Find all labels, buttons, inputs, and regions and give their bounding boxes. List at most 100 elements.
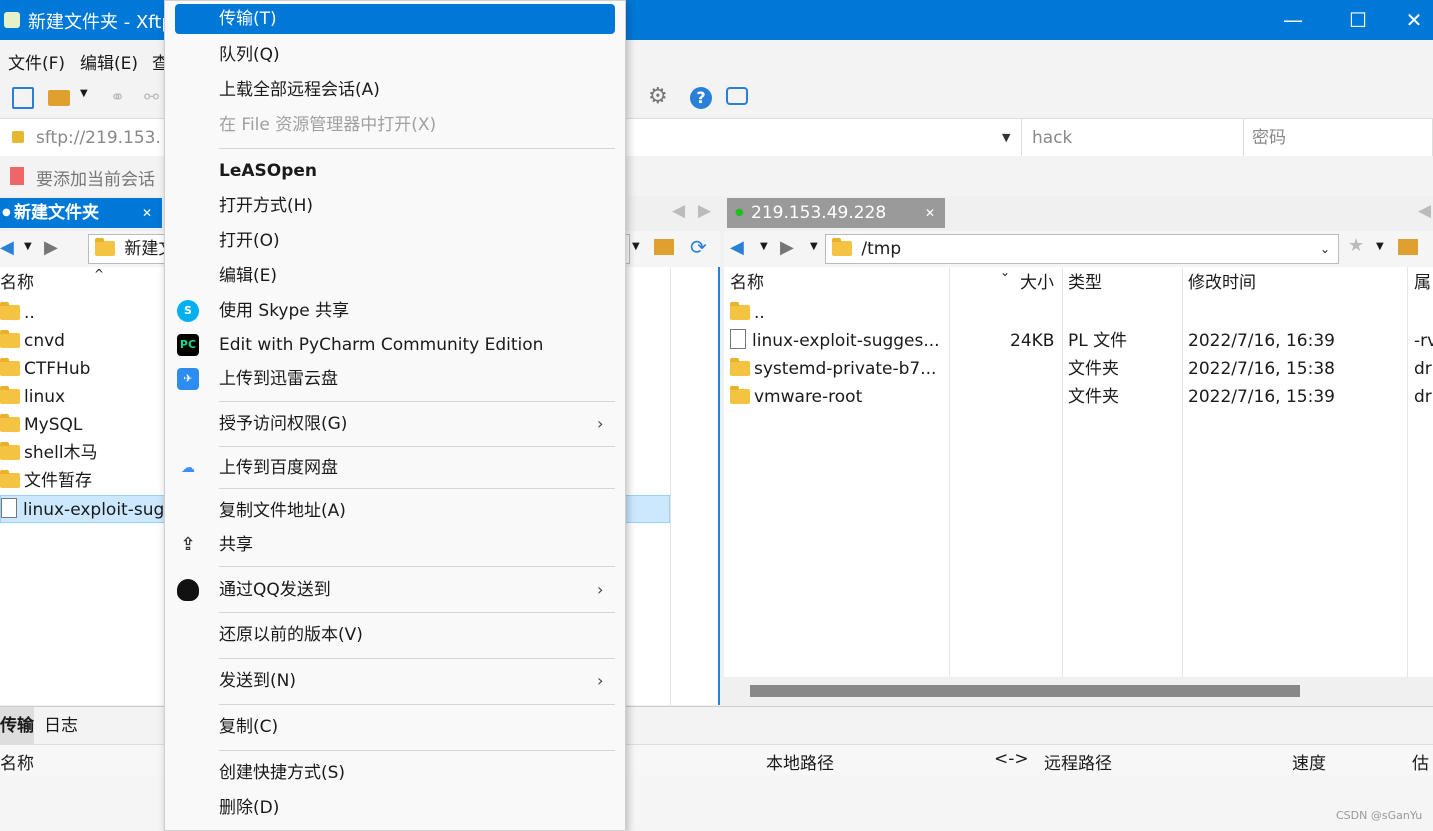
row-size: 24KB (1010, 331, 1055, 351)
menu-item-edit[interactable]: 编辑(E) (165, 259, 625, 293)
remote-path-input[interactable]: /tmp ⌄ (825, 234, 1339, 264)
file-icon (730, 329, 746, 349)
list-item[interactable]: .. (0, 299, 35, 327)
col-mtime[interactable]: 修改时间 (1188, 267, 1256, 299)
bookmark-icon[interactable] (10, 167, 24, 185)
col-name[interactable]: 名称 (0, 267, 34, 299)
menu-item-copy[interactable]: 复制(C) (165, 710, 625, 744)
list-item[interactable]: cnvd (0, 327, 65, 355)
list-item[interactable]: CTFHub (0, 355, 90, 383)
menu-file[interactable]: 文件(F) (8, 49, 65, 74)
row-mtime: 2022/7/16, 15:39 (1188, 387, 1335, 407)
menu-item-leasopen[interactable]: LeASOpen (165, 154, 625, 188)
menu-label: 授予访问权限(G) (219, 414, 348, 434)
menu-item-open-in-explorer[interactable]: 在 File 资源管理器中打开(X) (165, 108, 625, 142)
list-item[interactable]: linux (0, 383, 65, 411)
username-field[interactable]: hack (1022, 119, 1244, 157)
home-folder-icon[interactable] (654, 239, 674, 255)
xunlei-icon: ✈ (177, 368, 199, 390)
menu-item-transfer[interactable]: 传输(T) (175, 4, 615, 34)
tab-log[interactable]: 日志 (44, 707, 78, 745)
col-attr[interactable]: 属 (1414, 267, 1431, 299)
path-dropdown-icon[interactable]: ▼ (632, 241, 640, 252)
menu-item-grant-access[interactable]: 授予访问权限(G) › (165, 407, 625, 441)
tab-prev-icon[interactable]: ◀ (672, 201, 685, 221)
col-remote-path[interactable]: 远程路径 (1044, 749, 1112, 774)
forward-icon[interactable]: ▶ (44, 237, 58, 258)
folder-icon (0, 302, 20, 320)
horizontal-scrollbar[interactable] (724, 677, 1433, 705)
bookmark-dropdown-icon[interactable]: ▼ (1376, 241, 1384, 252)
tab-transfer[interactable]: 传输 (0, 707, 34, 745)
close-tab-icon[interactable]: ✕ (142, 198, 152, 228)
col-estimate[interactable]: 估 (1412, 749, 1429, 774)
table-row[interactable]: .. (730, 299, 765, 327)
add-session-link[interactable]: 要添加当前会话 (36, 165, 155, 190)
back-dropdown-icon[interactable]: ▼ (760, 241, 768, 252)
col-type[interactable]: 类型 (1068, 267, 1102, 299)
chevron-down-icon[interactable]: ▼ (1002, 119, 1010, 157)
menu-item-send-to[interactable]: 发送到(N) › (165, 664, 625, 698)
window-title: 新建文件夹 - Xftp (28, 12, 173, 33)
menu-item-qq-send[interactable]: 通过QQ发送到 › (165, 573, 625, 607)
chat-icon[interactable] (726, 87, 748, 105)
submenu-arrow-icon: › (597, 414, 604, 433)
back-dropdown-icon[interactable]: ▼ (24, 241, 32, 252)
list-item[interactable]: 文件暂存 (0, 467, 92, 495)
menu-item-copy-path[interactable]: 复制文件地址(A) (165, 494, 625, 528)
gear-icon[interactable]: ⚙ (648, 84, 670, 109)
item-label: cnvd (24, 331, 65, 351)
list-item[interactable]: shell木马 (0, 439, 98, 467)
tab-next-icon[interactable]: ▶ (698, 201, 711, 221)
new-session-icon[interactable] (12, 87, 34, 109)
menu-item-delete[interactable]: 删除(D) (165, 791, 625, 825)
back-icon[interactable]: ◀ (730, 237, 744, 258)
col-speed[interactable]: 速度 (1292, 749, 1326, 774)
menu-edit[interactable]: 编辑(E) (80, 49, 138, 74)
chevron-down-icon[interactable]: ⌄ (1320, 235, 1330, 263)
minimize-button[interactable]: — (1265, 0, 1321, 40)
sort-desc-icon: ⌄ (1000, 265, 1011, 279)
tab-prev-icon[interactable]: ◀ (1418, 201, 1431, 221)
maximize-button[interactable]: ☐ (1330, 0, 1386, 40)
tab-local[interactable]: ● 新建文件夹 ✕ (0, 198, 162, 228)
scrollbar-thumb[interactable] (750, 685, 1300, 697)
menu-item-xunlei[interactable]: ✈ 上传到迅雷云盘 (165, 362, 625, 396)
menu-item-pycharm[interactable]: PC Edit with PyCharm Community Edition (165, 328, 625, 362)
table-row[interactable]: linux-exploit-sugges... (730, 327, 940, 355)
help-icon[interactable]: ? (690, 87, 712, 109)
tab-remote[interactable]: ● 219.153.49.228 ✕ (727, 198, 945, 228)
menu-item-restore[interactable]: 还原以前的版本(V) (165, 618, 625, 652)
menu-item-open-with[interactable]: 打开方式(H) (165, 189, 625, 223)
menu-item-create-shortcut[interactable]: 创建快捷方式(S) (165, 756, 625, 790)
col-direction[interactable]: <-> (994, 749, 1029, 769)
menu-item-skype-share[interactable]: S 使用 Skype 共享 (165, 294, 625, 328)
refresh-icon[interactable]: ⟳ (690, 235, 707, 259)
dropdown-arrow-icon[interactable]: ▼ (80, 88, 88, 99)
menu-item-upload-all[interactable]: 上载全部远程会话(A) (165, 73, 625, 107)
menu-item-open[interactable]: 打开(O) (165, 224, 625, 258)
col-size[interactable]: 大小 (1020, 267, 1054, 299)
forward-dropdown-icon[interactable]: ▼ (810, 241, 818, 252)
home-folder-icon[interactable] (1398, 239, 1418, 255)
disconnect-icon[interactable]: ⚯ (144, 87, 166, 109)
close-tab-icon[interactable]: ✕ (925, 198, 935, 228)
open-folder-icon[interactable] (48, 90, 70, 106)
col-name[interactable]: 名称 (730, 267, 764, 299)
connect-icon[interactable]: ⚭ (110, 87, 132, 109)
host-value: sftp://219.153. (36, 128, 161, 148)
forward-icon[interactable]: ▶ (780, 237, 794, 258)
star-icon[interactable]: ★ (1348, 235, 1364, 256)
table-row[interactable]: systemd-private-b7... (730, 355, 936, 383)
menu-item-queue[interactable]: 队列(Q) (165, 38, 625, 72)
menu-label: 复制文件地址(A) (219, 501, 346, 521)
menu-item-share[interactable]: ⇪ 共享 (165, 528, 625, 562)
table-row[interactable]: vmware-root (730, 383, 862, 411)
password-field[interactable]: 密码 (1244, 119, 1433, 157)
list-item[interactable]: MySQL (0, 411, 82, 439)
col-transfer-name[interactable]: 名称 (0, 749, 34, 774)
menu-item-baidu[interactable]: ☁ 上传到百度网盘 (165, 451, 625, 485)
back-icon[interactable]: ◀ (0, 237, 14, 258)
close-button[interactable]: ✕ (1395, 0, 1433, 40)
col-local-path[interactable]: 本地路径 (766, 749, 834, 774)
